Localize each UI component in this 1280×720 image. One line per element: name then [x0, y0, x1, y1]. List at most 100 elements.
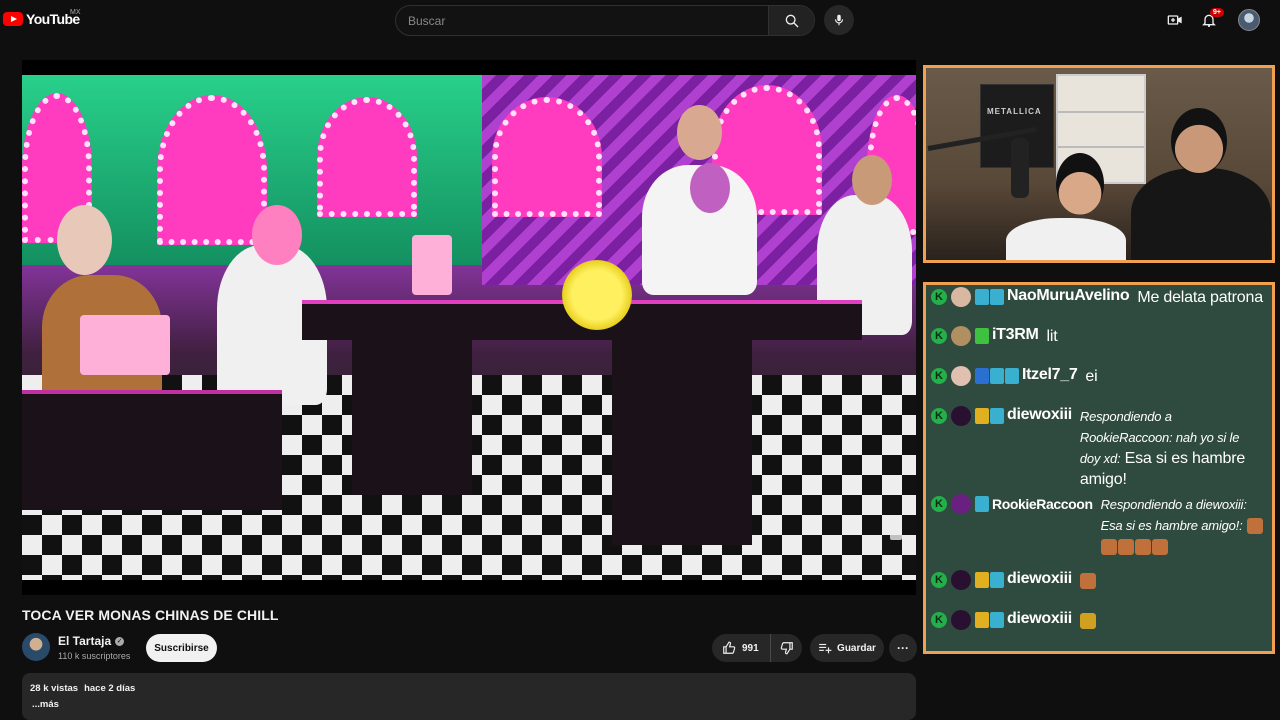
search-input[interactable]: [396, 6, 768, 35]
microphone: [1011, 138, 1029, 198]
emote-icon: [1079, 612, 1096, 629]
create-video-icon: [1167, 15, 1182, 25]
badge-icon: [975, 368, 989, 384]
top-bar: YouTube MX 9+: [0, 0, 1280, 40]
more-actions-button[interactable]: ···: [889, 634, 917, 662]
shelf-row: [1058, 111, 1144, 113]
youtube-play-icon: [3, 12, 23, 26]
view-count: 28 k vistas: [30, 683, 79, 694]
kick-badge-icon: K: [931, 408, 947, 424]
video-frame: [22, 75, 916, 580]
user-avatar: [951, 366, 971, 386]
chat-text-block: Respondiendo a diewoxiii: Esa si es hamb…: [1100, 494, 1267, 557]
contestant-head: [252, 205, 302, 265]
kick-badge-icon: K: [931, 368, 947, 384]
account-avatar[interactable]: [1238, 9, 1260, 31]
yellow-boa: [562, 260, 632, 330]
user-badges: [975, 496, 989, 512]
like-button[interactable]: 991: [712, 634, 771, 662]
reply-context: Respondiendo a diewoxiii: Esa si es hamb…: [1100, 497, 1247, 533]
chat-message: K RookieRaccoon Respondiendo a diewoxiii…: [926, 494, 1272, 570]
search-box: [395, 5, 815, 36]
chat-username: diewoxiii: [1007, 570, 1072, 587]
user-badges: [975, 289, 1004, 305]
notification-badge: 9+: [1210, 8, 1224, 17]
thumbs-up-icon: [723, 641, 736, 654]
emote-icon: [1079, 572, 1096, 589]
emote-icon: [1117, 538, 1134, 555]
channel-avatar[interactable]: [22, 633, 50, 661]
shelf-row: [1058, 146, 1144, 148]
chat-message: K iT3RM lit: [926, 326, 1272, 366]
pink-box: [412, 235, 452, 295]
contestant-head: [690, 163, 730, 213]
chat-username: diewoxiii: [1007, 406, 1072, 423]
chat-username: diewoxiii: [1007, 610, 1072, 627]
emote-icon: [1100, 538, 1117, 555]
chat-text: lit: [1046, 328, 1058, 345]
microphone-icon: [834, 14, 844, 26]
like-count: 991: [742, 642, 759, 654]
pink-box: [80, 315, 170, 375]
desk-leg: [352, 335, 472, 495]
channel-name-row[interactable]: El Tartaja ✓: [58, 634, 125, 648]
chat-message: K NaoMuruAvelino Me delata patrona: [926, 287, 1272, 326]
emote-icon: [1134, 538, 1151, 555]
save-label: Guardar: [837, 642, 876, 654]
badge-icon: [975, 496, 989, 512]
subscribe-button[interactable]: Suscribirse: [146, 634, 217, 662]
youtube-logo[interactable]: YouTube MX: [3, 9, 81, 27]
channel-name[interactable]: El Tartaja: [58, 634, 111, 648]
emote-icon: [1246, 517, 1263, 534]
user-avatar: [951, 494, 971, 514]
user-badges: [975, 328, 989, 344]
desk-leg: [612, 335, 752, 545]
kick-badge-icon: K: [931, 328, 947, 344]
streamer-left: [1006, 218, 1126, 260]
crown-badge-icon: [975, 612, 989, 628]
badge-icon: [990, 612, 1004, 628]
badge-icon: [990, 408, 1004, 424]
mirror-arch: [317, 97, 417, 217]
chat-message: K diewoxiii: [926, 610, 1272, 650]
user-badges: [975, 368, 1019, 384]
user-avatar: [951, 287, 971, 307]
contestant-head: [57, 205, 112, 275]
chat-text: [1079, 570, 1097, 591]
badge-icon: [975, 328, 989, 344]
kick-badge-icon: K: [931, 572, 947, 588]
badge-icon: [990, 289, 1004, 305]
kick-badge-icon: K: [931, 496, 947, 512]
save-button[interactable]: Guardar: [810, 634, 884, 662]
emote-icon: [1151, 538, 1168, 555]
kick-badge-icon: K: [931, 612, 947, 628]
description-more-link[interactable]: ...más: [32, 699, 908, 710]
search-button[interactable]: [768, 6, 814, 35]
streamer-right: [1131, 168, 1271, 260]
dislike-button[interactable]: [771, 634, 802, 662]
streamer-webcam: METALLICA: [923, 65, 1275, 263]
user-badges: [975, 612, 1004, 628]
description-box[interactable]: 28 k vistas hace 2 días ...más: [22, 673, 916, 720]
mirror-arch: [492, 97, 602, 217]
video-player[interactable]: [22, 60, 916, 595]
streamer-left-head: [1056, 153, 1104, 215]
chat-username: iT3RM: [992, 326, 1039, 343]
search-icon: [785, 14, 798, 27]
badge-icon: [1005, 368, 1019, 384]
verified-icon: ✓: [115, 636, 125, 646]
create-button[interactable]: [1165, 10, 1185, 30]
badge-icon: [990, 368, 1004, 384]
voice-search-button[interactable]: [824, 5, 854, 35]
thumbs-down-icon: [780, 642, 793, 655]
subscriber-count: 110 k suscriptores: [58, 651, 131, 661]
description-meta: 28 k vistas hace 2 días: [30, 683, 908, 694]
makeup-desk: [22, 390, 282, 510]
video-title: TOCA VER MONAS CHINAS DE CHILL: [22, 607, 279, 623]
chat-username: RookieRaccoon: [992, 496, 1093, 512]
add-to-playlist-icon: [819, 643, 832, 654]
chat-message: K Itzel7_7 ei: [926, 366, 1272, 406]
video-watermark-icon: [890, 528, 902, 540]
upload-date: hace 2 días: [84, 683, 136, 694]
crown-badge-icon: [975, 572, 989, 588]
